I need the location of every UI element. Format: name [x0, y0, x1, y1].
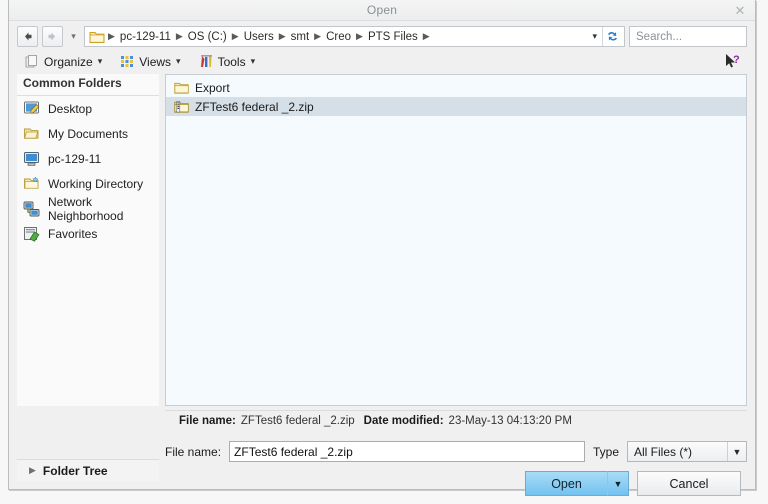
open-file-dialog: Open ✕ ▾ ▶ pc-129-11 ▶ OS (C:) ▶ Users ▶…	[8, 0, 756, 496]
history-dropdown-button[interactable]: ▾	[67, 27, 80, 46]
breadcrumb-separator[interactable]: ▶	[355, 31, 364, 42]
forward-button[interactable]	[42, 26, 63, 47]
help-cursor-icon[interactable]: ?	[723, 52, 743, 72]
views-menu-button[interactable]: Views ▾	[118, 53, 182, 70]
sidebar-item-label: Desktop	[48, 101, 93, 116]
common-folders-sidebar: Common Folders Desktop My Documents pc-1…	[17, 74, 159, 406]
toolbar: Organize ▾ Views ▾ Tools ▾ ?	[9, 51, 755, 74]
my-documents-icon	[24, 128, 39, 139]
sidebar-item-favorites[interactable]: Favorites	[17, 221, 159, 246]
network-icon	[23, 201, 40, 216]
breadcrumb-item-2[interactable]: Users	[240, 30, 278, 44]
list-item[interactable]: Export	[166, 78, 746, 97]
sidebar-item-computer[interactable]: pc-129-11	[17, 146, 159, 171]
file-type-value: All Files (*)	[634, 444, 693, 459]
title-bar: Open ✕	[9, 0, 755, 21]
breadcrumb-item-0[interactable]: pc-129-11	[116, 30, 175, 44]
breadcrumb-separator[interactable]: ▶	[231, 31, 240, 42]
breadcrumb-separator[interactable]: ▶	[175, 31, 184, 42]
sidebar-item-working-directory[interactable]: Working Directory	[17, 171, 159, 196]
folder-tree-label: Folder Tree	[42, 463, 108, 478]
breadcrumb-item-5[interactable]: PTS Files	[364, 30, 422, 44]
sidebar-item-my-documents[interactable]: My Documents	[17, 121, 159, 146]
address-dropdown-icon[interactable]: ▾	[588, 31, 602, 42]
zip-file-icon	[174, 100, 189, 113]
breadcrumb-separator[interactable]: ▶	[422, 31, 431, 42]
chevron-down-icon: ▾	[176, 56, 181, 66]
arrow-right-icon	[48, 32, 55, 41]
breadcrumb-item-1[interactable]: OS (C:)	[184, 30, 231, 44]
sidebar-item-network-neighborhood[interactable]: Network Neighborhood	[17, 194, 159, 223]
breadcrumb-separator[interactable]: ▶	[313, 31, 322, 42]
sidebar-item-label: pc-129-11	[48, 151, 102, 166]
organize-menu-button[interactable]: Organize ▾	[23, 53, 104, 70]
close-icon[interactable]: ✕	[731, 2, 749, 18]
open-button[interactable]: Open	[525, 471, 607, 496]
open-dropdown-icon[interactable]: ▼	[607, 471, 629, 496]
tools-menu-button[interactable]: Tools ▾	[197, 53, 258, 70]
list-item-label: Export	[195, 80, 230, 95]
back-button[interactable]	[17, 26, 38, 47]
details-filename-value: ZFTest6 federal _2.zip	[240, 415, 355, 427]
cancel-button[interactable]: Cancel	[637, 471, 741, 496]
refresh-button[interactable]	[602, 27, 622, 46]
breadcrumb-item-3[interactable]: smt	[287, 30, 314, 44]
file-details-bar: File name: ZFTest6 federal _2.zip Date m…	[165, 410, 747, 431]
breadcrumb-separator[interactable]: ▶	[107, 31, 116, 42]
chevron-down-icon: ▾	[250, 56, 256, 66]
chevron-down-icon: ▼	[727, 442, 746, 461]
refresh-icon	[608, 32, 617, 41]
breadcrumb-bar[interactable]: ▶ pc-129-11 ▶ OS (C:) ▶ Users ▶ smt ▶ Cr…	[84, 26, 625, 47]
tools-icon	[200, 55, 212, 67]
filename-label: File name:	[165, 444, 222, 459]
tools-label: Tools	[217, 54, 246, 69]
computer-icon	[24, 151, 39, 166]
favorites-icon	[24, 226, 40, 242]
desktop-icon	[24, 101, 40, 114]
folder-icon	[174, 82, 189, 94]
breadcrumb: ▶ pc-129-11 ▶ OS (C:) ▶ Users ▶ smt ▶ Cr…	[107, 30, 588, 44]
breadcrumb-item-4[interactable]: Creo	[322, 30, 355, 44]
sidebar-header: Common Folders	[17, 74, 159, 96]
details-date-value: 23-May-13 04:13:20 PM	[448, 415, 572, 427]
sidebar-item-desktop[interactable]: Desktop	[17, 96, 159, 121]
sidebar-item-label: Favorites	[48, 226, 98, 241]
search-input[interactable]: Search...	[629, 26, 747, 47]
triangle-right-icon: ▶	[29, 465, 36, 475]
folder-icon	[89, 31, 105, 43]
chevron-down-icon: ▾	[71, 31, 76, 41]
working-directory-icon	[24, 175, 39, 189]
sidebar-item-label: Network Neighborhood	[48, 194, 124, 223]
list-item-label: ZFTest6 federal _2.zip	[195, 99, 314, 114]
breadcrumb-separator[interactable]: ▶	[278, 31, 287, 42]
details-filename-label: File name:	[179, 415, 236, 427]
list-item[interactable]: ZFTest6 federal _2.zip	[166, 97, 746, 116]
details-date-label: Date modified:	[363, 415, 444, 427]
svg-text:?: ?	[733, 54, 740, 66]
views-icon	[121, 56, 134, 67]
sidebar-item-label: Working Directory	[48, 176, 144, 191]
folder-tree-toggle[interactable]: ▶ Folder Tree	[17, 459, 159, 481]
arrow-left-icon	[25, 32, 32, 41]
views-label: Views	[139, 54, 172, 69]
sidebar-item-label: My Documents	[48, 126, 129, 141]
file-type-select[interactable]: All Files (*) ▼	[627, 441, 747, 462]
dialog-title: Open	[366, 3, 398, 17]
chevron-down-icon: ▾	[97, 56, 103, 66]
open-split-button[interactable]: Open ▼	[525, 471, 629, 496]
address-bar: ▾ ▶ pc-129-11 ▶ OS (C:) ▶ Users ▶ smt ▶ …	[9, 21, 755, 51]
file-list[interactable]: Export ZFTest6 federal _2.zip	[165, 74, 747, 406]
filename-row: File name: Type All Files (*) ▼	[165, 441, 747, 462]
type-label: Type	[592, 444, 619, 459]
organize-label: Organize	[44, 54, 93, 69]
filename-input[interactable]	[229, 441, 585, 462]
dialog-body: Common Folders Desktop My Documents pc-1…	[9, 74, 755, 406]
organize-icon	[25, 55, 37, 68]
